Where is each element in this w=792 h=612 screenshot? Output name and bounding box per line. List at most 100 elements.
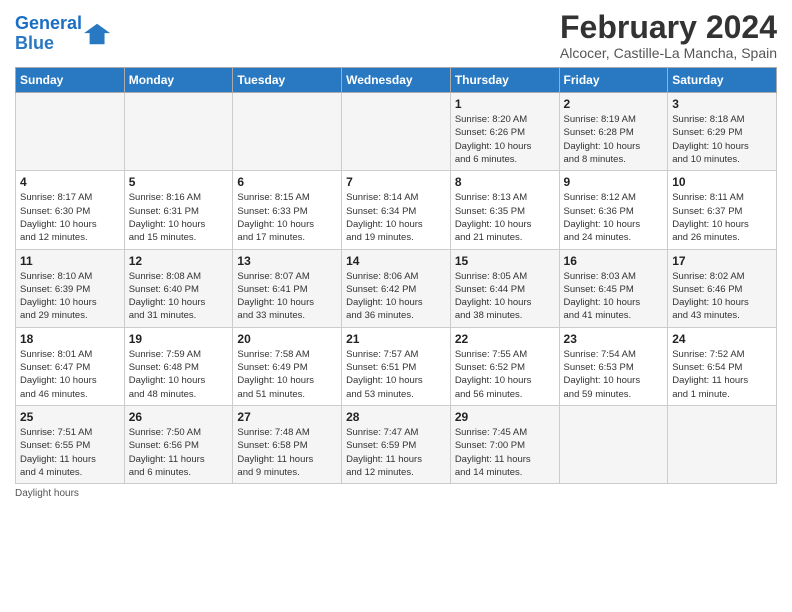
calendar-day-header: Tuesday (233, 68, 342, 93)
header: GeneralBlue February 2024 Alcocer, Casti… (15, 10, 777, 61)
day-info: Sunrise: 8:15 AMSunset: 6:33 PMDaylight:… (237, 191, 337, 244)
day-info: Sunrise: 8:16 AMSunset: 6:31 PMDaylight:… (129, 191, 229, 244)
day-number: 4 (20, 175, 120, 189)
calendar-cell: 5 Sunrise: 8:16 AMSunset: 6:31 PMDaylight… (124, 171, 233, 249)
logo-text: GeneralBlue (15, 14, 82, 54)
day-number: 22 (455, 332, 555, 346)
day-info: Sunrise: 8:10 AMSunset: 6:39 PMDaylight:… (20, 270, 120, 323)
day-info: Sunrise: 7:57 AMSunset: 6:51 PMDaylight:… (346, 348, 446, 401)
subtitle: Alcocer, Castille-La Mancha, Spain (560, 45, 777, 61)
day-number: 10 (672, 175, 772, 189)
calendar-cell: 27 Sunrise: 7:48 AMSunset: 6:58 PMDayligh… (233, 405, 342, 483)
main-title: February 2024 (560, 10, 777, 45)
day-info: Sunrise: 7:55 AMSunset: 6:52 PMDaylight:… (455, 348, 555, 401)
day-number: 3 (672, 97, 772, 111)
calendar-header-row: SundayMondayTuesdayWednesdayThursdayFrid… (16, 68, 777, 93)
day-info: Sunrise: 8:18 AMSunset: 6:29 PMDaylight:… (672, 113, 772, 166)
calendar-cell: 21Sunrise: 7:57 AMSunset: 6:51 PMDayligh… (342, 327, 451, 405)
calendar-cell (233, 93, 342, 171)
calendar-cell: 23Sunrise: 7:54 AMSunset: 6:53 PMDayligh… (559, 327, 668, 405)
calendar-cell: 9Sunrise: 8:12 AMSunset: 6:36 PMDaylight… (559, 171, 668, 249)
calendar-cell: 24 Sunrise: 7:52 AMSunset: 6:54 PMDayligh… (668, 327, 777, 405)
day-info: Sunrise: 7:59 AMSunset: 6:48 PMDaylight:… (129, 348, 229, 401)
day-info: Sunrise: 8:08 AMSunset: 6:40 PMDaylight:… (129, 270, 229, 323)
day-info: Sunrise: 8:07 AMSunset: 6:41 PMDaylight:… (237, 270, 337, 323)
calendar-cell: 7 Sunrise: 8:14 AMSunset: 6:34 PMDaylight… (342, 171, 451, 249)
day-number: 18 (20, 332, 120, 346)
day-info: Sunrise: 7:47 AMSunset: 6:59 PMDaylight:… (346, 426, 446, 479)
day-number: 7 (346, 175, 446, 189)
day-info: Sunrise: 7:50 AMSunset: 6:56 PMDaylight:… (129, 426, 229, 479)
calendar-cell: 28 Sunrise: 7:47 AMSunset: 6:59 PMDayligh… (342, 405, 451, 483)
day-number: 19 (129, 332, 229, 346)
calendar-table: SundayMondayTuesdayWednesdayThursdayFrid… (15, 67, 777, 484)
calendar-cell: 12 Sunrise: 8:08 AMSunset: 6:40 PMDayligh… (124, 249, 233, 327)
day-info: Sunrise: 8:06 AMSunset: 6:42 PMDaylight:… (346, 270, 446, 323)
calendar-cell: 3 Sunrise: 8:18 AMSunset: 6:29 PMDaylight… (668, 93, 777, 171)
day-number: 6 (237, 175, 337, 189)
calendar-week-row: 1 Sunrise: 8:20 AMSunset: 6:26 PMDaylight… (16, 93, 777, 171)
calendar-cell: 16 Sunrise: 8:03 AMSunset: 6:45 PMDayligh… (559, 249, 668, 327)
day-info: Sunrise: 8:14 AMSunset: 6:34 PMDaylight:… (346, 191, 446, 244)
calendar-week-row: 11 Sunrise: 8:10 AMSunset: 6:39 PMDayligh… (16, 249, 777, 327)
day-number: 1 (455, 97, 555, 111)
calendar-cell: 14 Sunrise: 8:06 AMSunset: 6:42 PMDayligh… (342, 249, 451, 327)
calendar-day-header: Saturday (668, 68, 777, 93)
calendar-cell: 17Sunrise: 8:02 AMSunset: 6:46 PMDayligh… (668, 249, 777, 327)
day-info: Sunrise: 8:12 AMSunset: 6:36 PMDaylight:… (564, 191, 664, 244)
logo-icon (84, 20, 112, 48)
calendar-cell: 2 Sunrise: 8:19 AMSunset: 6:28 PMDaylight… (559, 93, 668, 171)
day-info: Sunrise: 8:19 AMSunset: 6:28 PMDaylight:… (564, 113, 664, 166)
calendar-cell (16, 93, 125, 171)
day-info: Sunrise: 8:05 AMSunset: 6:44 PMDaylight:… (455, 270, 555, 323)
calendar-week-row: 4Sunrise: 8:17 AMSunset: 6:30 PMDaylight… (16, 171, 777, 249)
day-info: Sunrise: 8:03 AMSunset: 6:45 PMDaylight:… (564, 270, 664, 323)
day-info: Sunrise: 8:20 AMSunset: 6:26 PMDaylight:… (455, 113, 555, 166)
calendar-cell: 19 Sunrise: 7:59 AMSunset: 6:48 PMDayligh… (124, 327, 233, 405)
day-info: Sunrise: 7:52 AMSunset: 6:54 PMDaylight:… (672, 348, 772, 401)
calendar-week-row: 18 Sunrise: 8:01 AMSunset: 6:47 PMDayligh… (16, 327, 777, 405)
day-info: Sunrise: 8:11 AMSunset: 6:37 PMDaylight:… (672, 191, 772, 244)
day-number: 11 (20, 254, 120, 268)
day-number: 16 (564, 254, 664, 268)
calendar-cell (668, 405, 777, 483)
day-number: 15 (455, 254, 555, 268)
page-container: GeneralBlue February 2024 Alcocer, Casti… (0, 0, 792, 612)
day-number: 27 (237, 410, 337, 424)
calendar-cell: 13Sunrise: 8:07 AMSunset: 6:41 PMDayligh… (233, 249, 342, 327)
day-info: Sunrise: 8:01 AMSunset: 6:47 PMDaylight:… (20, 348, 120, 401)
day-number: 29 (455, 410, 555, 424)
calendar-cell: 1 Sunrise: 8:20 AMSunset: 6:26 PMDaylight… (450, 93, 559, 171)
calendar-day-header: Thursday (450, 68, 559, 93)
calendar-day-header: Sunday (16, 68, 125, 93)
calendar-cell: 20Sunrise: 7:58 AMSunset: 6:49 PMDayligh… (233, 327, 342, 405)
calendar-cell (124, 93, 233, 171)
logo: GeneralBlue (15, 14, 112, 54)
calendar-cell (342, 93, 451, 171)
calendar-cell: 29 Sunrise: 7:45 AMSunset: 7:00 PMDayligh… (450, 405, 559, 483)
day-number: 24 (672, 332, 772, 346)
day-number: 17 (672, 254, 772, 268)
day-info: Sunrise: 8:13 AMSunset: 6:35 PMDaylight:… (455, 191, 555, 244)
calendar-cell: 26Sunrise: 7:50 AMSunset: 6:56 PMDayligh… (124, 405, 233, 483)
calendar-cell (559, 405, 668, 483)
calendar-cell: 11 Sunrise: 8:10 AMSunset: 6:39 PMDayligh… (16, 249, 125, 327)
day-info: Sunrise: 7:48 AMSunset: 6:58 PMDaylight:… (237, 426, 337, 479)
day-number: 12 (129, 254, 229, 268)
day-info: Sunrise: 7:51 AMSunset: 6:55 PMDaylight:… (20, 426, 120, 479)
day-number: 2 (564, 97, 664, 111)
day-number: 5 (129, 175, 229, 189)
footer-daylight: Daylight hours (15, 488, 777, 499)
day-info: Sunrise: 7:45 AMSunset: 7:00 PMDaylight:… (455, 426, 555, 479)
calendar-day-header: Monday (124, 68, 233, 93)
calendar-cell: 4Sunrise: 8:17 AMSunset: 6:30 PMDaylight… (16, 171, 125, 249)
calendar-cell: 18 Sunrise: 8:01 AMSunset: 6:47 PMDayligh… (16, 327, 125, 405)
day-number: 28 (346, 410, 446, 424)
day-number: 25 (20, 410, 120, 424)
day-number: 20 (237, 332, 337, 346)
calendar-cell: 25 Sunrise: 7:51 AMSunset: 6:55 PMDayligh… (16, 405, 125, 483)
day-number: 14 (346, 254, 446, 268)
day-info: Sunrise: 7:54 AMSunset: 6:53 PMDaylight:… (564, 348, 664, 401)
day-number: 8 (455, 175, 555, 189)
calendar-cell: 22 Sunrise: 7:55 AMSunset: 6:52 PMDayligh… (450, 327, 559, 405)
